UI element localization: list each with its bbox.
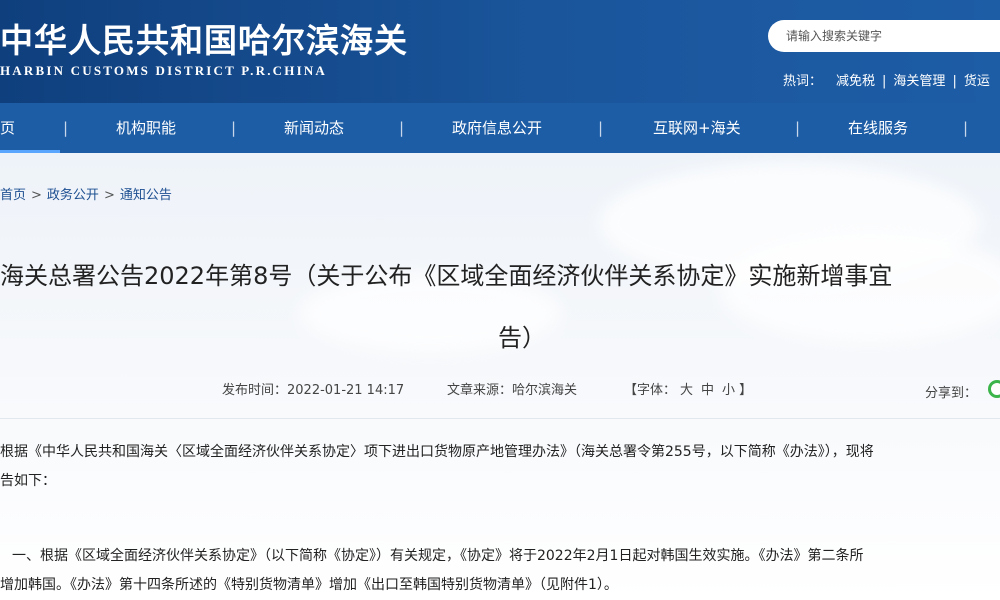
nav-item-functions[interactable]: 机构职能 [116, 103, 176, 153]
hot-words: 热词： 减免税 | 海关管理 | 货运 [783, 70, 990, 89]
font-size-control: 【字体：大中小】 [624, 379, 752, 398]
breadcrumb: 首页 > 政务公开 > 通知公告 [0, 184, 172, 203]
breadcrumb-item-notices[interactable]: 通知公告 [120, 184, 172, 203]
nav-item-news[interactable]: 新闻动态 [284, 103, 344, 153]
wechat-share-icon[interactable] [988, 380, 1000, 398]
search-input[interactable] [786, 20, 996, 52]
main-nav: 页 | 机构职能 | 新闻动态 | 政府信息公开 | 互联网+海关 | 在线服务… [0, 103, 1000, 153]
hot-word-link[interactable]: 减免税 [836, 70, 875, 89]
nav-separator: | [399, 119, 405, 137]
site-header: 中华人民共和国哈尔滨海关 HARBIN CUSTOMS DISTRICT P.R… [0, 0, 1000, 103]
font-size-large[interactable]: 大 [680, 379, 693, 398]
site-title[interactable]: 中华人民共和国哈尔滨海关 [0, 14, 408, 62]
article-source: 文章来源：哈尔滨海关 [447, 383, 578, 398]
site-subtitle: HARBIN CUSTOMS DISTRICT P.R.CHINA [0, 63, 328, 78]
nav-separator: | [63, 119, 69, 137]
publish-time: 发布时间：2022-01-21 14:17 [222, 383, 405, 398]
breadcrumb-separator: > [31, 188, 42, 203]
nav-item-home[interactable]: 页 [0, 103, 15, 153]
breadcrumb-item-gov-affairs[interactable]: 政务公开 [47, 184, 99, 203]
share-label: 分享到： [925, 386, 978, 401]
nav-separator: | [795, 119, 801, 137]
font-size-end: 】 [739, 383, 753, 398]
article-title: 海关总署公告2022年第8号（关于公布《区域全面经济伙伴关系协定》实施新增事宜 [0, 262, 893, 290]
nav-separator: | [963, 119, 969, 137]
hot-word-separator: | [952, 74, 957, 89]
breadcrumb-item-home[interactable]: 首页 [0, 184, 26, 203]
nav-separator: | [231, 119, 237, 137]
content-background [0, 153, 1000, 600]
nav-separator: | [598, 119, 604, 137]
nav-item-internet-customs[interactable]: 互联网+海关 [653, 103, 741, 153]
hot-words-label: 热词： [783, 74, 823, 89]
search-box [768, 20, 1000, 52]
paragraph-line: 增加韩国。《办法》第十四条所述的《特别货物清单》增加《出口至韩国特别货物清单》（… [0, 577, 618, 593]
paragraph-line: 根据《中华人民共和国海关〈区域全面经济伙伴关系协定〉项下进出口货物原产地管理办法… [0, 444, 874, 460]
nav-item-online-service[interactable]: 在线服务 [848, 103, 908, 153]
hot-word-link[interactable]: 货运 [964, 70, 990, 89]
hot-word-link[interactable]: 海关管理 [893, 70, 945, 89]
paragraph-line: 一、根据《区域全面经济伙伴关系协定》（以下简称《协定》）有关规定，《协定》将于2… [12, 548, 864, 564]
content-divider [0, 418, 1000, 419]
article-title-continued: 告） [498, 324, 546, 352]
breadcrumb-separator: > [103, 188, 115, 203]
font-size-label: 【字体： [624, 383, 677, 398]
hot-word-separator: | [882, 74, 887, 89]
font-size-small[interactable]: 小 [722, 379, 735, 398]
paragraph-line: 告如下： [0, 473, 56, 489]
font-size-medium[interactable]: 中 [701, 379, 714, 398]
nav-item-gov-info[interactable]: 政府信息公开 [452, 103, 542, 153]
